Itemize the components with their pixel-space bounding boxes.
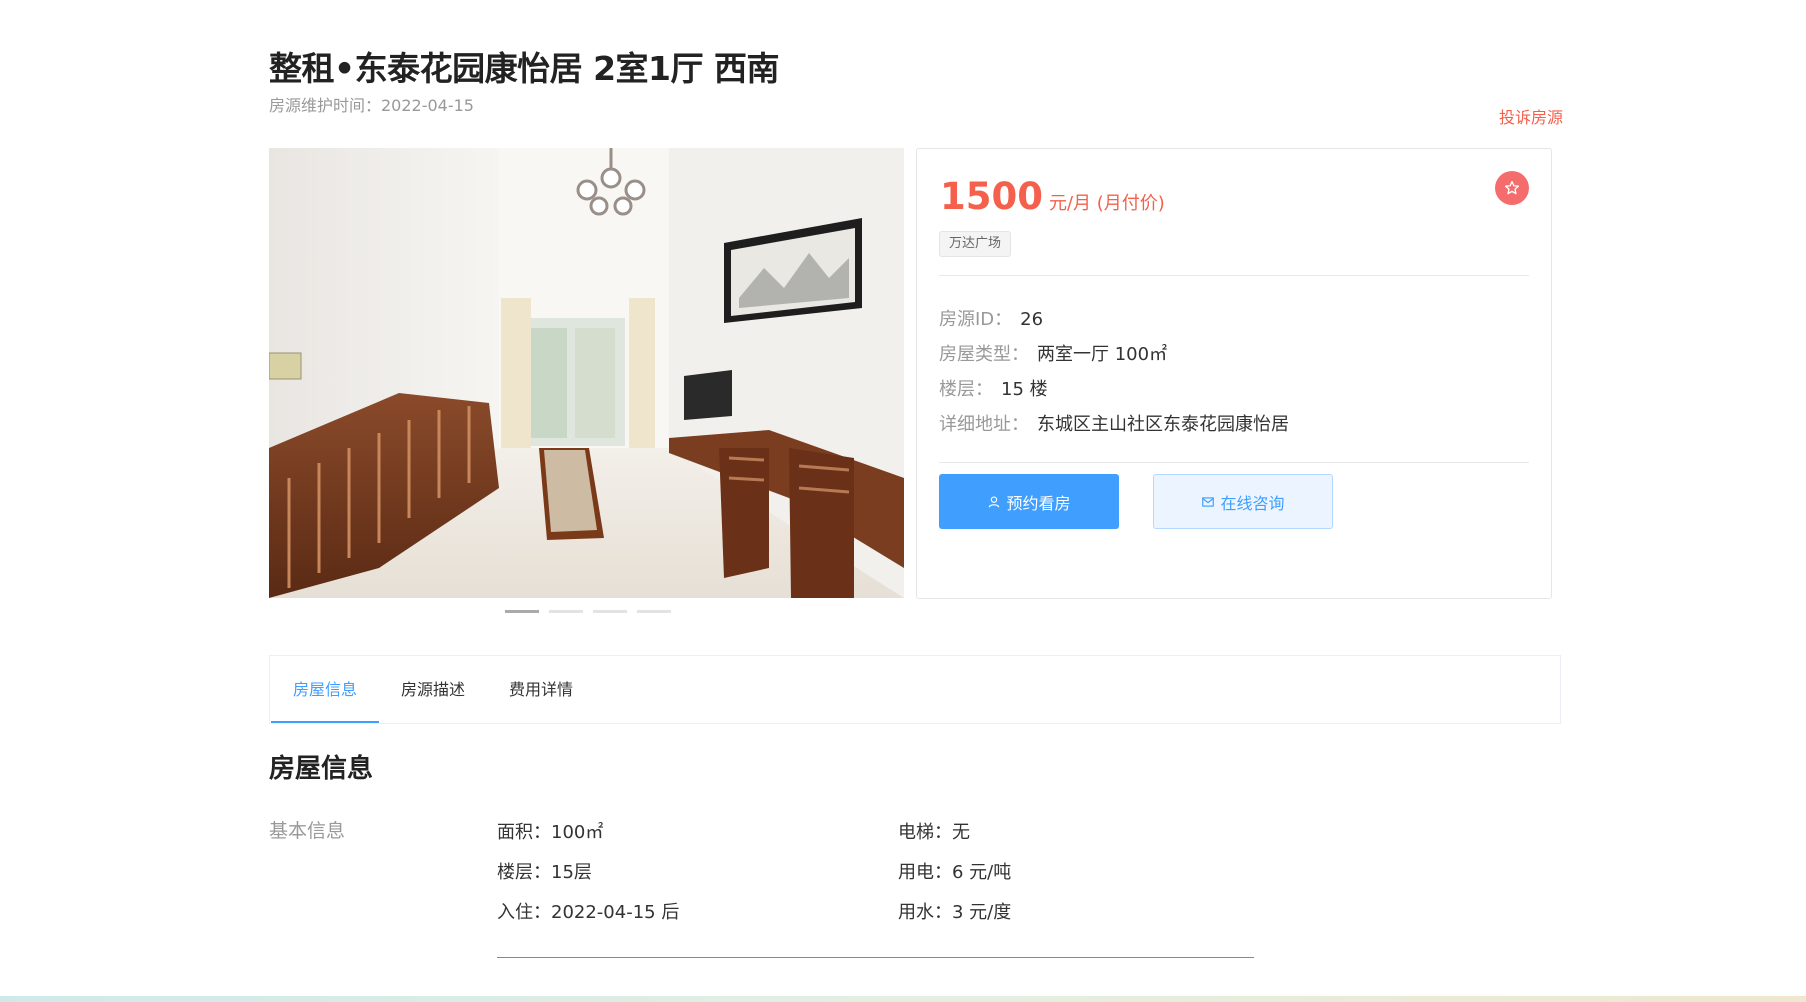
info-label: 详细地址： [939, 414, 1029, 435]
price: 1500 元/月 (月付价) [940, 175, 1165, 218]
mail-icon [1202, 496, 1215, 507]
page-footer-strip [0, 996, 1806, 1002]
info-row-address: 详细地址： 东城区主山社区东泰花园康怡居 [939, 410, 1289, 436]
section-title: 房屋信息 [269, 754, 374, 784]
tab-description[interactable]: 房源描述 [379, 656, 487, 723]
info-label: 楼层： [939, 379, 993, 400]
price-unit: 元/月 (月付价) [1048, 193, 1165, 214]
tab-active-indicator [271, 721, 379, 723]
star-icon [1504, 180, 1520, 195]
info-row-id: 房源ID： 26 [939, 305, 1043, 331]
info-label: 房源ID： [939, 309, 1013, 330]
detail-electricity: 用电：6 元/吨 [898, 862, 1012, 883]
divider [939, 275, 1529, 276]
detail-floor: 楼层：15层 [497, 862, 592, 883]
divider [939, 462, 1529, 463]
info-value: 26 [1020, 309, 1044, 330]
gallery-dot[interactable] [593, 610, 627, 613]
detail-tabs: 房屋信息 房源描述 费用详情 [269, 655, 1561, 724]
detail-move-in: 入住：2022-04-15 后 [497, 902, 680, 923]
gallery-dot[interactable] [505, 610, 539, 613]
gallery-pagination [505, 610, 671, 613]
detail-area: 面积：100㎡ [497, 822, 604, 843]
complain-link[interactable]: 投诉房源 [1499, 104, 1563, 128]
maintenance-date: 房源维护时间：2022-04-15 [269, 96, 474, 115]
gallery-dot[interactable] [549, 610, 583, 613]
consult-online-button[interactable]: 在线咨询 [1153, 474, 1333, 529]
summary-panel: 1500 元/月 (月付价) 万达广场 房源ID： 26 房屋类型： 两室一厅 100… [916, 148, 1552, 599]
book-viewing-label: 预约看房 [1006, 493, 1071, 513]
info-row-type: 房屋类型： 两室一厅 100㎡ [939, 340, 1167, 366]
favorite-button[interactable] [1495, 171, 1529, 205]
location-tag: 万达广场 [939, 231, 1012, 257]
detail-water: 用水：3 元/度 [898, 902, 1012, 923]
info-value: 15 楼 [1001, 379, 1048, 400]
living-room-image [269, 148, 904, 598]
consult-online-label: 在线咨询 [1220, 493, 1285, 513]
info-value: 两室一厅 100㎡ [1037, 344, 1168, 365]
info-row-floor: 楼层： 15 楼 [939, 375, 1048, 401]
book-viewing-button[interactable]: 预约看房 [939, 474, 1119, 529]
user-icon [989, 495, 1000, 507]
listing-photo[interactable] [269, 148, 904, 598]
detail-elevator: 电梯：无 [898, 822, 970, 843]
price-value: 1500 [940, 175, 1043, 218]
tab-house-info[interactable]: 房屋信息 [271, 656, 379, 723]
info-value: 东城区主山社区东泰花园康怡居 [1037, 414, 1289, 435]
basic-info-label: 基本信息 [269, 820, 346, 842]
gallery-dot[interactable] [637, 610, 671, 613]
tab-fees[interactable]: 费用详情 [487, 656, 595, 723]
section-divider [497, 957, 1254, 958]
info-label: 房屋类型： [939, 344, 1029, 365]
listing-title: 整租•东泰花园康怡居 2室1厅 西南 [269, 49, 780, 88]
